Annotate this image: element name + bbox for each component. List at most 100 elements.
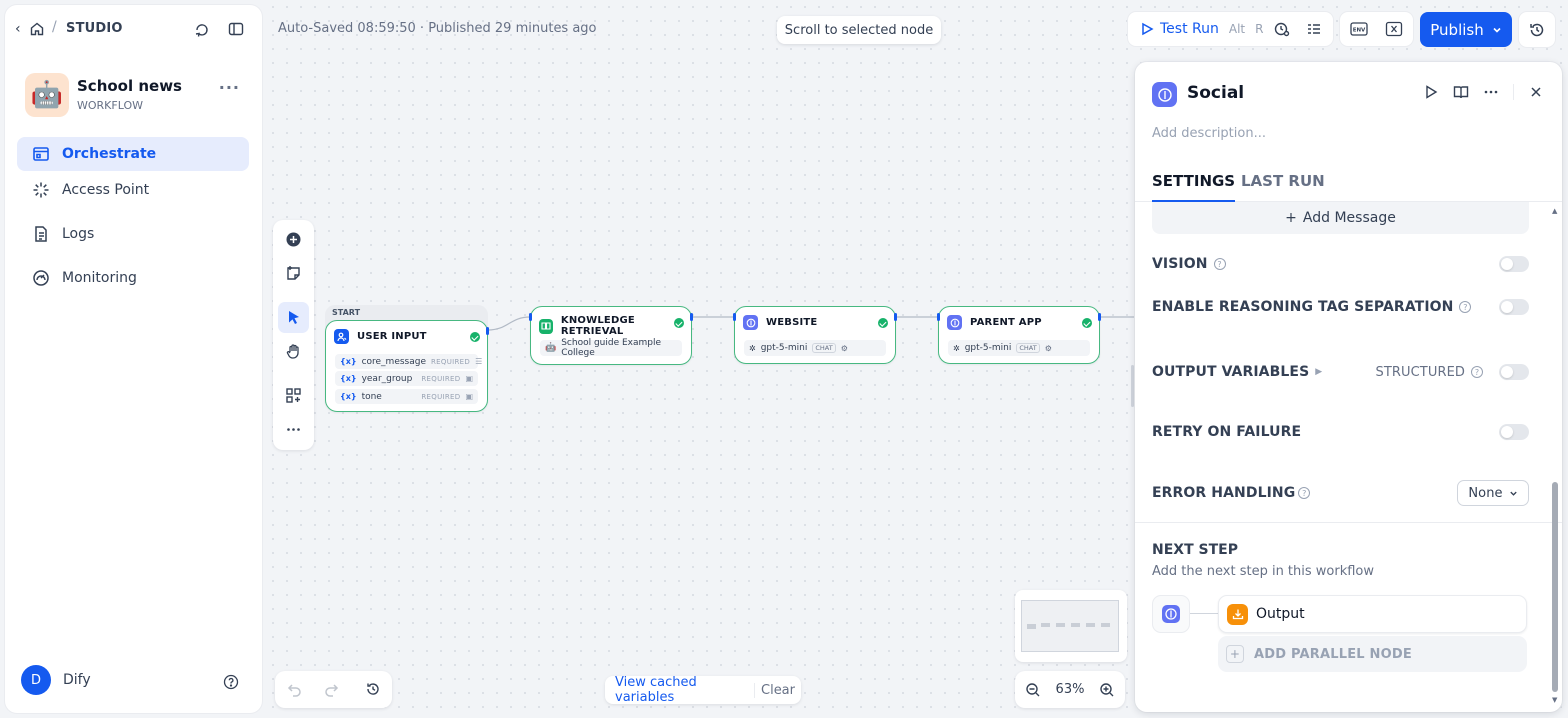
caret-right-icon: ▶ (1315, 367, 1323, 377)
zoom-level[interactable]: 63% (1056, 682, 1085, 697)
input-variable-row: {x} core_message REQUIRED ☰ (335, 354, 482, 369)
node-output-handle[interactable] (690, 313, 693, 321)
output-node-icon (1227, 603, 1248, 625)
scroll-up-icon[interactable]: ▲ (1552, 207, 1557, 215)
retry-toggle[interactable] (1499, 424, 1529, 440)
status-success-icon (674, 318, 684, 328)
dataset-name: School guide Example College (561, 338, 662, 358)
node-parent-app[interactable]: PARENT APP ✲ gpt-5-mini CHAT ⚙ (937, 306, 1101, 364)
panel-scrollbar[interactable]: ▲ ▼ (1551, 207, 1559, 704)
structured-label: STRUCTURED ? (1375, 365, 1483, 380)
select-type-icon: ▣ (465, 374, 473, 383)
openai-icon: ✲ (749, 343, 756, 353)
panel-actions (1423, 84, 1544, 100)
divider (1135, 522, 1562, 523)
tab-settings[interactable]: SETTINGS (1152, 172, 1236, 202)
help-icon[interactable]: ? (1459, 301, 1472, 313)
run-node-icon[interactable] (1423, 84, 1439, 100)
user-input-icon (334, 329, 349, 344)
help-icon[interactable]: ? (1298, 487, 1311, 499)
structured-toggle[interactable] (1499, 364, 1529, 380)
variable-icon: {x} (340, 357, 357, 366)
reasoning-toggle[interactable] (1499, 299, 1529, 315)
required-badge: REQUIRED (421, 392, 461, 401)
node-header: PARENT APP (947, 315, 1042, 330)
vision-row: VISION ? (1152, 254, 1529, 274)
next-step-connector (1190, 613, 1220, 614)
model-mode-chip: CHAT (812, 343, 836, 353)
node-website[interactable]: WEBSITE ✲ gpt-5-mini CHAT ⚙ (733, 306, 897, 364)
error-handling-label: ERROR HANDLING (1152, 485, 1296, 501)
divider (1513, 84, 1514, 100)
plus-icon: + (1285, 210, 1297, 226)
knowledge-icon (539, 318, 553, 334)
node-input-handle[interactable] (937, 313, 940, 321)
model-settings-icon: ⚙ (840, 343, 848, 353)
clear-cache-button[interactable]: Clear (754, 682, 801, 698)
scroll-thumb[interactable] (1552, 482, 1558, 692)
node-input-handle[interactable] (733, 313, 736, 321)
close-icon[interactable] (1528, 84, 1544, 100)
add-parallel-node-button[interactable]: + ADD PARALLEL NODE (1218, 636, 1527, 672)
model-row: ✲ gpt-5-mini CHAT ⚙ (744, 340, 886, 356)
status-success-icon (470, 332, 480, 342)
node-title: USER INPUT (357, 331, 427, 342)
node-header: WEBSITE (743, 315, 817, 330)
node-knowledge-retrieval[interactable]: KNOWLEDGE RETRIEVAL 🤖 School guide Examp… (529, 306, 693, 365)
scroll-down-icon[interactable]: ▼ (1552, 696, 1557, 704)
model-mode-chip: CHAT (1016, 343, 1040, 353)
zoom-control: 63% (1015, 671, 1125, 708)
minimap-nodes (1027, 623, 1110, 629)
add-parallel-label: ADD PARALLEL NODE (1254, 646, 1412, 662)
add-message-button[interactable]: + Add Message (1152, 202, 1529, 234)
node-output-handle[interactable] (894, 313, 897, 321)
node-output-handle[interactable] (486, 327, 489, 335)
redo-icon[interactable] (323, 681, 339, 697)
more-icon[interactable] (1483, 84, 1499, 100)
error-handling-row: ERROR HANDLING ? None (1152, 480, 1529, 506)
chevron-down-icon (1509, 491, 1517, 496)
panel-resize-handle[interactable] (1131, 365, 1134, 407)
model-name: gpt-5-mini (964, 343, 1012, 353)
variable-icon: {x} (340, 392, 357, 401)
undo-redo-bar (275, 671, 392, 708)
cached-variables-bar: View cached variables Clear (605, 675, 801, 705)
history-icon[interactable] (365, 681, 381, 697)
help-icon[interactable]: ? (1471, 366, 1483, 378)
tab-last-run[interactable]: LAST RUN (1241, 172, 1325, 190)
description-input[interactable]: Add description... (1152, 126, 1266, 141)
node-user-input[interactable]: USER INPUT {x} core_message REQUIRED ☰ {… (325, 320, 489, 412)
node-output-handle[interactable] (1098, 313, 1101, 321)
llm-icon (743, 315, 758, 330)
vision-toggle[interactable] (1499, 256, 1529, 272)
output-variables-row[interactable]: OUTPUT VARIABLES ▶ STRUCTURED ? (1152, 362, 1529, 382)
variable-name: core_message (361, 356, 427, 367)
help-icon[interactable]: ? (1213, 258, 1226, 270)
input-variable-row: {x} year_group REQUIRED ▣ (335, 371, 478, 386)
llm-icon (947, 315, 962, 330)
next-node-output[interactable]: Output (1218, 595, 1527, 633)
model-settings-icon: ⚙ (1044, 343, 1052, 353)
reasoning-label: ENABLE REASONING TAG SEPARATION (1152, 299, 1454, 315)
plus-icon: + (1226, 645, 1244, 663)
next-step-title: NEXT STEP (1152, 542, 1238, 558)
select-type-icon: ▣ (465, 392, 473, 401)
reasoning-row: ENABLE REASONING TAG SEPARATION ? (1152, 297, 1529, 317)
model-row: ✲ gpt-5-mini CHAT ⚙ (948, 340, 1090, 356)
zoom-in-icon[interactable] (1099, 682, 1115, 698)
minimap[interactable] (1015, 590, 1127, 662)
error-handling-select[interactable]: None (1457, 480, 1529, 506)
zoom-out-icon[interactable] (1025, 682, 1041, 698)
view-cached-variables-link[interactable]: View cached variables (605, 675, 754, 705)
output-variables-label: OUTPUT VARIABLES (1152, 364, 1310, 380)
dataset-row: 🤖 School guide Example College (540, 338, 682, 358)
input-variable-row: {x} tone REQUIRED ▣ (335, 389, 478, 404)
variable-name: year_group (361, 373, 413, 384)
panel-title[interactable]: Social (1187, 83, 1244, 103)
docs-book-icon[interactable] (1453, 84, 1469, 100)
openai-icon: ✲ (953, 343, 960, 353)
node-input-handle[interactable] (529, 313, 532, 321)
undo-icon[interactable] (287, 681, 303, 697)
required-badge: REQUIRED (421, 374, 461, 383)
model-name: gpt-5-mini (760, 343, 808, 353)
